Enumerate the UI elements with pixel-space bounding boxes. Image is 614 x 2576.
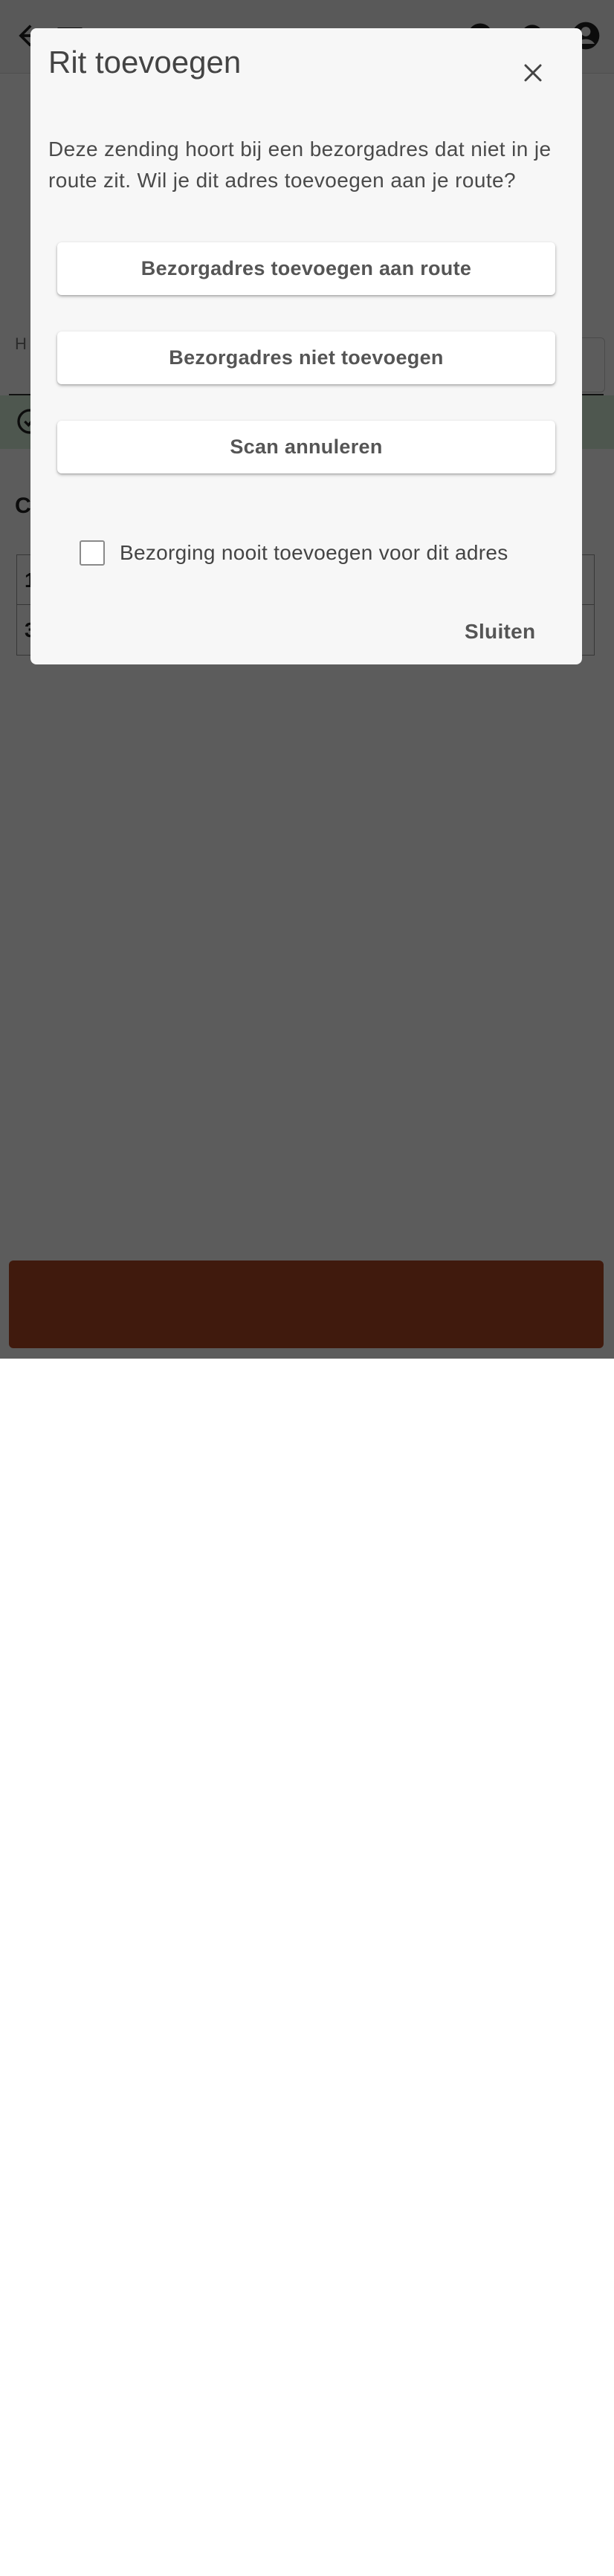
never-add-checkbox-row[interactable]: Bezorging nooit toevoegen voor dit adres <box>80 537 508 569</box>
dialog-message: Deze zending hoort bij een bezorgadres d… <box>48 137 552 192</box>
never-add-checkbox[interactable] <box>80 540 105 566</box>
do-not-add-address-button[interactable]: Bezorgadres niet toevoegen <box>57 331 555 384</box>
dialog-title: Rit toevoegen <box>48 45 242 80</box>
cancel-scan-button[interactable]: Scan annuleren <box>57 421 555 473</box>
close-dialog-button[interactable]: Sluiten <box>465 620 535 644</box>
add-address-to-route-button[interactable]: Bezorgadres toevoegen aan route <box>57 242 555 295</box>
never-add-checkbox-label: Bezorging nooit toevoegen voor dit adres <box>120 541 508 564</box>
add-ride-dialog: Rit toevoegen Deze zending hoort bij een… <box>30 28 582 664</box>
dialog-close-button[interactable] <box>515 55 551 91</box>
close-icon <box>524 64 542 82</box>
check-icon <box>308 2558 324 2572</box>
